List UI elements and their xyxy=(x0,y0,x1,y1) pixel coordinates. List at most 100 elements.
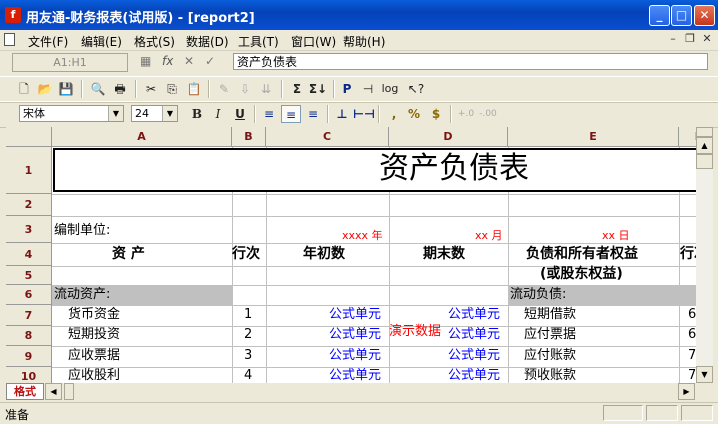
cut-icon[interactable]: ✂ xyxy=(141,80,161,98)
help-pointer-icon[interactable]: ↖? xyxy=(406,80,426,98)
formula-cell[interactable]: 公式单元 xyxy=(448,325,500,345)
scroll-up-icon[interactable]: ▲ xyxy=(696,137,713,154)
formula-cell[interactable]: 公式单元 xyxy=(448,366,500,383)
currency-style-icon[interactable]: $ xyxy=(426,105,446,123)
row-header-10[interactable]: 10 xyxy=(6,367,52,383)
row-header-3[interactable]: 3 xyxy=(6,216,52,243)
line-number: 4 xyxy=(244,368,253,383)
column-header-b[interactable]: B xyxy=(232,127,266,147)
merge-cells-icon[interactable]: ⊢⊣ xyxy=(353,105,375,123)
split-handle[interactable] xyxy=(696,127,713,137)
pivot-icon[interactable]: P xyxy=(337,80,357,98)
page-break-icon[interactable]: ⊣ xyxy=(358,80,378,98)
increase-decimal-icon[interactable]: +.0 xyxy=(456,105,476,123)
column-header-c[interactable]: C xyxy=(266,127,389,147)
column-header-a[interactable]: A xyxy=(52,127,232,147)
formula-input[interactable]: 资产负债表 xyxy=(233,53,708,70)
menu-tools[interactable]: 工具(T) xyxy=(238,33,279,50)
log-icon[interactable]: log xyxy=(380,80,400,98)
row-header-4[interactable]: 4 xyxy=(6,243,52,266)
header-begin: 年初数 xyxy=(303,246,345,262)
open-folder-icon[interactable]: 📂 xyxy=(35,80,55,98)
row-header-8[interactable]: 8 xyxy=(6,326,52,346)
save-icon[interactable]: 💾 xyxy=(56,80,76,98)
vertical-scrollbar[interactable]: ▲ ▼ xyxy=(696,127,713,383)
standard-toolbar: 🗋 📂 💾 🔍 🖶 ✂ ⎘ 📋 ✎ ⇩ ⇊ Σ Σ↓ P ⊣ log ↖? xyxy=(0,76,718,103)
chevron-down-icon[interactable]: ▼ xyxy=(108,106,123,121)
percent-style-icon[interactable]: % xyxy=(404,105,424,123)
fill-icon[interactable]: ⇩ xyxy=(235,80,255,98)
function-wizard-icon[interactable]: ▦ xyxy=(140,54,151,68)
spreadsheet-grid[interactable]: A B C D E F 1 2 3 4 5 6 7 8 9 10 xyxy=(6,127,696,383)
scroll-thumb[interactable] xyxy=(696,154,713,169)
align-right-icon[interactable]: ≡ xyxy=(303,105,323,123)
mdi-minimize-icon[interactable]: – xyxy=(666,32,680,46)
sheet-tab-format[interactable]: 格式 xyxy=(6,383,44,400)
sum-all-icon[interactable]: Σ↓ xyxy=(308,80,328,98)
document-icon[interactable] xyxy=(4,33,15,46)
menu-data[interactable]: 数据(D) xyxy=(186,33,229,50)
formula-cell[interactable]: 公式单元 xyxy=(329,346,381,366)
new-file-icon[interactable]: 🗋 xyxy=(14,80,34,98)
formula-cell[interactable]: 公式单元 xyxy=(329,366,381,383)
asset-name: 应收票据 xyxy=(68,348,121,363)
sort-icon[interactable]: ⇊ xyxy=(256,80,276,98)
scroll-right-icon[interactable]: ▶ xyxy=(678,383,695,400)
fx-icon[interactable]: fx xyxy=(162,54,173,68)
cancel-edit-icon[interactable]: ✕ xyxy=(184,54,194,68)
asset-name: 货币资金 xyxy=(68,307,121,322)
bold-icon[interactable]: B xyxy=(187,105,207,123)
column-header-e[interactable]: E xyxy=(508,127,679,147)
print-preview-icon[interactable]: 🔍 xyxy=(88,80,108,98)
formula-cell[interactable]: 公式单元 xyxy=(448,305,500,325)
align-center-icon[interactable]: ≡ xyxy=(281,105,301,123)
menu-file[interactable]: 文件(F) xyxy=(28,33,68,50)
menu-edit[interactable]: 编辑(E) xyxy=(81,33,122,50)
menu-format[interactable]: 格式(S) xyxy=(134,33,175,50)
copy-icon[interactable]: ⎘ xyxy=(162,80,182,98)
sum-icon[interactable]: Σ xyxy=(287,80,307,98)
header-equity: (或股东权益) xyxy=(540,266,623,282)
row-header-7[interactable]: 7 xyxy=(6,305,52,326)
paste-icon[interactable]: 📋 xyxy=(184,80,204,98)
scroll-down-icon[interactable]: ▼ xyxy=(696,366,713,383)
italic-icon[interactable]: I xyxy=(208,105,228,123)
font-size-select[interactable]: 24 ▼ xyxy=(131,105,178,122)
scroll-left-icon[interactable]: ◀ xyxy=(45,383,62,400)
row-header-9[interactable]: 9 xyxy=(6,346,52,367)
row-header-5[interactable]: 5 xyxy=(6,266,52,285)
close-button[interactable]: ✕ xyxy=(694,5,715,26)
cell-reference-box[interactable]: A1:H1 xyxy=(12,53,128,72)
column-header-f[interactable]: F xyxy=(679,127,696,147)
align-left-icon[interactable]: ≡ xyxy=(259,105,279,123)
formula-cell[interactable]: 公式单元 xyxy=(329,305,381,325)
maximize-button[interactable]: □ xyxy=(671,5,692,26)
chevron-down-icon[interactable]: ▼ xyxy=(162,106,177,121)
underline-icon[interactable]: U xyxy=(230,105,250,123)
menu-window[interactable]: 窗口(W) xyxy=(291,33,336,50)
minimize-button[interactable]: _ xyxy=(649,5,670,26)
mdi-restore-icon[interactable]: ❐ xyxy=(683,32,697,46)
font-name-select[interactable]: 宋体 ▼ xyxy=(19,105,124,122)
row-header-2[interactable]: 2 xyxy=(6,194,52,216)
confirm-edit-icon[interactable]: ✓ xyxy=(205,54,215,68)
print-icon[interactable]: 🖶 xyxy=(110,80,130,98)
comma-style-icon[interactable]: , xyxy=(384,105,404,123)
menu-help[interactable]: 帮助(H) xyxy=(343,33,385,50)
mdi-close-icon[interactable]: ✕ xyxy=(700,32,714,46)
decrease-decimal-icon[interactable]: -.00 xyxy=(478,105,498,123)
demo-data-watermark: 演示数据 xyxy=(389,324,442,339)
formula-cell[interactable]: 公式单元 xyxy=(329,325,381,345)
font-size-value: 24 xyxy=(135,107,149,120)
vertical-center-icon[interactable]: ⊥ xyxy=(332,105,352,123)
row-header-1[interactable]: 1 xyxy=(6,147,52,194)
line-number-right: 68 xyxy=(688,307,696,322)
formula-cell[interactable]: 公式单元 xyxy=(448,346,500,366)
column-header-d[interactable]: D xyxy=(389,127,508,147)
app-logo-icon: f xyxy=(5,7,21,23)
format-painter-icon[interactable]: ✎ xyxy=(214,80,234,98)
row-header-6[interactable]: 6 xyxy=(6,285,52,305)
title-cell[interactable] xyxy=(53,148,696,192)
select-all-corner[interactable] xyxy=(6,127,52,147)
tab-split-handle[interactable] xyxy=(64,383,74,400)
